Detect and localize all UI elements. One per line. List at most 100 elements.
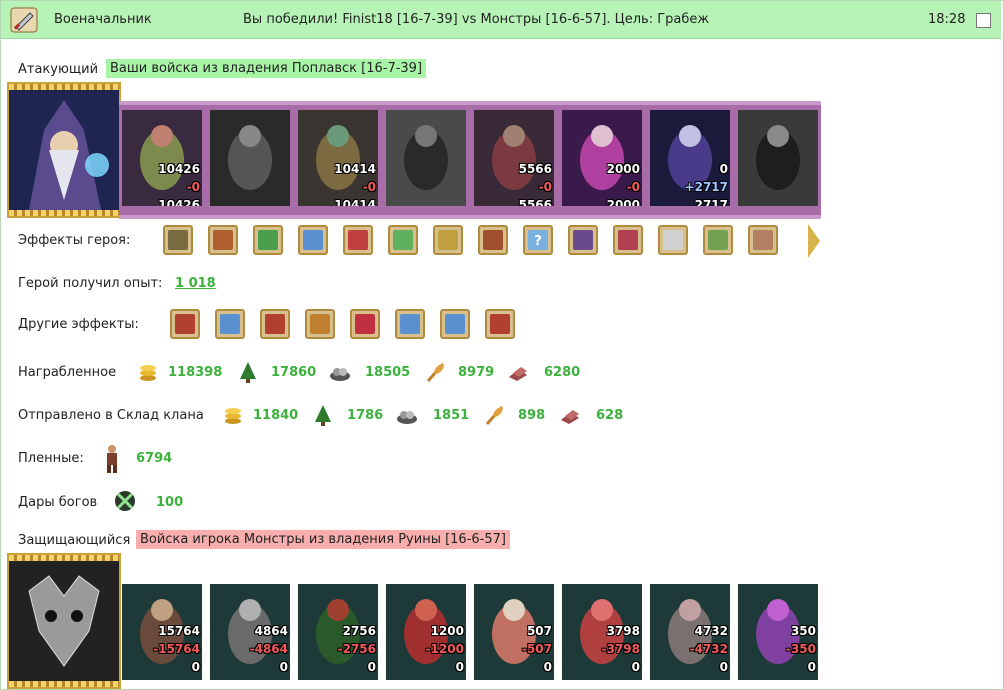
- question-mark-icon[interactable]: ?: [523, 225, 553, 255]
- attacker-unit-card[interactable]: [386, 110, 466, 206]
- brick-icon: [509, 367, 527, 381]
- unit-count-loss: -3798: [601, 642, 640, 656]
- resource-value: 6280: [544, 365, 581, 380]
- potion-icon[interactable]: [388, 225, 418, 255]
- unit-count-start: 10414: [334, 162, 376, 176]
- wheat-icon: [426, 363, 445, 382]
- stone-ore-icon: [330, 368, 350, 381]
- unit-count-loss: -4864: [249, 642, 288, 656]
- attacker-tag: Ваши войска из владения Поплавск [16-7-3…: [106, 59, 427, 78]
- frost-orb-icon[interactable]: [298, 225, 328, 255]
- staff-icon[interactable]: [703, 225, 733, 255]
- fist-sword-icon[interactable]: [170, 309, 200, 339]
- attacker-unit-card[interactable]: 2000 -0 2000: [562, 110, 642, 206]
- unit-count-start: 0: [719, 162, 728, 176]
- hero-effects-label: Эффекты героя:: [18, 233, 131, 248]
- unit-count-end: 0: [367, 660, 376, 674]
- wood-tree-icon: [240, 362, 256, 383]
- unit-count-loss: -0: [626, 180, 640, 194]
- resource-value: 8979: [458, 365, 495, 380]
- unit-count-start: 2756: [342, 624, 376, 638]
- unit-count-start: 1200: [430, 624, 464, 638]
- unit-count-end: 5566: [518, 198, 552, 206]
- divine-gift-icon: [115, 491, 135, 511]
- other-effects-label: Другие эффекты:: [18, 317, 139, 332]
- bag-icon[interactable]: [305, 309, 335, 339]
- prisoners-label: Пленные:: [18, 451, 84, 466]
- axe-icon[interactable]: [343, 225, 373, 255]
- unit-count-start: 3798: [606, 624, 640, 638]
- unit-count-start: 5566: [518, 162, 552, 176]
- prisoners-value: 6794: [136, 451, 173, 466]
- scroll-icon[interactable]: [658, 225, 688, 255]
- clock-time: 18:28: [928, 12, 966, 27]
- sword-icon[interactable]: [395, 309, 425, 339]
- unit-count-loss: -350: [785, 642, 816, 656]
- attacker-unit-card[interactable]: 5566 -0 5566: [474, 110, 554, 206]
- scroll-right-arrow[interactable]: [808, 224, 820, 258]
- prisoner-icon: [107, 445, 117, 473]
- defender-unit-card[interactable]: 2756 -2756 0: [298, 584, 378, 680]
- attacker-unit-card[interactable]: 10426 -0 10426: [122, 110, 202, 206]
- gold-coins-icon: [225, 408, 241, 424]
- defender-unit-card[interactable]: 3798 -3798 0: [562, 584, 642, 680]
- unit-count-end: 2000: [606, 198, 640, 206]
- wheat-icon: [485, 406, 504, 425]
- monster-crest-icon: [9, 561, 119, 681]
- unit-count-start: 15764: [158, 624, 200, 638]
- sword-icon[interactable]: [215, 309, 245, 339]
- page-title: Военачальник: [54, 12, 152, 27]
- attacker-hero-portrait[interactable]: [7, 82, 121, 218]
- unit-count-end: 2717: [694, 198, 728, 206]
- unit-portrait-icon: [738, 110, 818, 206]
- unit-count-end: 0: [807, 660, 816, 674]
- unit-count-loss: -0: [362, 180, 376, 194]
- shield-icon[interactable]: [748, 225, 778, 255]
- attacker-unit-card[interactable]: 10414 -0 10414: [298, 110, 378, 206]
- skull-mask-icon[interactable]: [163, 225, 193, 255]
- resource-value: 898: [518, 408, 546, 423]
- green-sword-icon[interactable]: [253, 225, 283, 255]
- unit-count-start: 10426: [158, 162, 200, 176]
- gold-coins-icon: [140, 365, 156, 381]
- unit-count-loss: -0: [538, 180, 552, 194]
- defender-unit-card[interactable]: 1200 -1200 0: [386, 584, 466, 680]
- resource-value: 1786: [347, 408, 384, 423]
- brick-icon: [561, 410, 579, 424]
- gifts-label: Дары богов: [18, 495, 98, 510]
- helmet-icon[interactable]: [478, 225, 508, 255]
- defender-unit-card[interactable]: 4864 -4864 0: [210, 584, 290, 680]
- attacker-unit-card[interactable]: [210, 110, 290, 206]
- fist-sword-icon[interactable]: [485, 309, 515, 339]
- unit-portrait-icon: [210, 110, 290, 206]
- clan-label: Отправлено в Склад клана: [18, 408, 204, 423]
- hero-exp-value[interactable]: 1 018: [175, 276, 216, 291]
- fist-sword-icon[interactable]: [260, 309, 290, 339]
- loot-label: Награбленное: [18, 365, 117, 380]
- heart-icon[interactable]: [350, 309, 380, 339]
- spider-rune-icon[interactable]: [568, 225, 598, 255]
- sword-shield-icon: [10, 7, 38, 33]
- resource-value: 18505: [365, 365, 411, 380]
- sword-icon[interactable]: [440, 309, 470, 339]
- unit-count-loss: -507: [521, 642, 552, 656]
- unit-count-loss: -15764: [153, 642, 200, 656]
- chain-icon[interactable]: [208, 225, 238, 255]
- unit-count-start: 350: [790, 624, 816, 638]
- gifts-value: 100: [156, 495, 184, 510]
- unit-count-end: 10426: [158, 198, 200, 206]
- unit-portrait-icon: [386, 110, 466, 206]
- defender-unit-card[interactable]: 507 -507 0: [474, 584, 554, 680]
- attacker-unit-card[interactable]: [738, 110, 818, 206]
- defender-unit-card[interactable]: 4732 -4732 0: [650, 584, 730, 680]
- attacker-unit-card[interactable]: 0 +2717 2717: [650, 110, 730, 206]
- unit-count-start: 2000: [606, 162, 640, 176]
- pillar-icon[interactable]: [433, 225, 463, 255]
- defender-unit-card[interactable]: 350 -350 0: [738, 584, 818, 680]
- defender-hero-portrait[interactable]: [7, 553, 121, 689]
- defender-unit-card[interactable]: 15764 -15764 0: [122, 584, 202, 680]
- unit-count-end: 0: [543, 660, 552, 674]
- close-checkbox[interactable]: [976, 13, 991, 28]
- unit-count-end: 10414: [334, 198, 376, 206]
- crossed-blades-icon[interactable]: [613, 225, 643, 255]
